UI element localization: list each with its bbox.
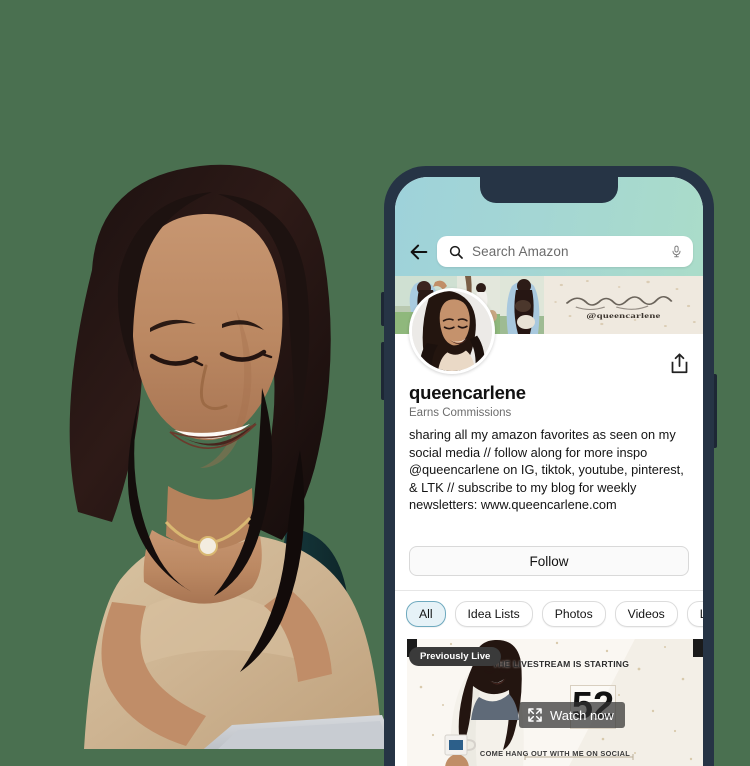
banner-photo-3[interactable] (500, 276, 544, 334)
phone-notch (480, 177, 618, 203)
profile-body: queencarlene Earns Commissions sharing a… (395, 288, 703, 766)
section-divider (395, 590, 703, 591)
tab-idea-lists-label: Idea Lists (467, 607, 520, 621)
svg-text:@queencarlene: @queencarlene (586, 312, 660, 320)
livestream-overlay-title: THE LIVESTREAM IS STARTING (492, 659, 630, 669)
livestream-card[interactable]: Previously Live THE LIVESTREAM IS STARTI… (407, 639, 703, 766)
tab-idea-lists[interactable]: Idea Lists (454, 601, 533, 627)
profile-bio: sharing all my amazon favorites as seen … (409, 427, 684, 513)
content-tabs: All Idea Lists Photos Videos Livestreams (395, 598, 703, 630)
phone-volume-down-button[interactable] (381, 342, 384, 400)
livestream-bottom-caption: COME HANG OUT WITH ME ON SOCIAL (479, 749, 631, 758)
tab-videos-label: Videos (627, 607, 665, 621)
share-button[interactable] (667, 350, 691, 376)
back-button[interactable] (405, 239, 433, 265)
status-badge: Previously Live (409, 647, 502, 666)
tab-all[interactable]: All (406, 601, 446, 627)
tab-photos[interactable]: Photos (541, 601, 606, 627)
page-stage: Search Amazon @queencarlene queencarlene… (0, 0, 750, 766)
microphone-icon[interactable] (669, 243, 683, 261)
hero-person-image (0, 150, 400, 749)
search-placeholder-text: Search Amazon (472, 244, 569, 259)
watch-now-button[interactable]: Watch now (519, 702, 625, 728)
share-icon (671, 352, 687, 373)
watch-now-label: Watch now (550, 707, 614, 723)
avatar[interactable] (409, 288, 495, 374)
phone-volume-up-button[interactable] (381, 292, 384, 326)
phone-mockup: Search Amazon @queencarlene queencarlene… (381, 166, 717, 766)
search-input[interactable]: Search Amazon (437, 236, 693, 267)
phone-screen: Search Amazon @queencarlene queencarlene… (395, 177, 703, 766)
tab-videos[interactable]: Videos (614, 601, 678, 627)
follow-button[interactable]: Follow (409, 546, 689, 576)
tab-all-label: All (419, 607, 433, 621)
tab-photos-label: Photos (554, 607, 593, 621)
hero-person-illustration (69, 164, 396, 749)
earns-commissions-label: Earns Commissions (409, 407, 512, 419)
follow-button-label: Follow (529, 553, 569, 569)
expand-icon (528, 708, 542, 722)
banner-logo[interactable]: @queencarlene (544, 276, 703, 334)
back-arrow-icon (410, 244, 428, 259)
tab-livestreams-label: Livestreams (700, 607, 703, 621)
page-title: queencarlene (409, 382, 526, 403)
thumbnail-right-letterbox (693, 639, 703, 657)
search-icon (447, 243, 464, 260)
phone-power-button[interactable] (714, 374, 717, 448)
tab-livestreams[interactable]: Livestreams (686, 601, 703, 627)
